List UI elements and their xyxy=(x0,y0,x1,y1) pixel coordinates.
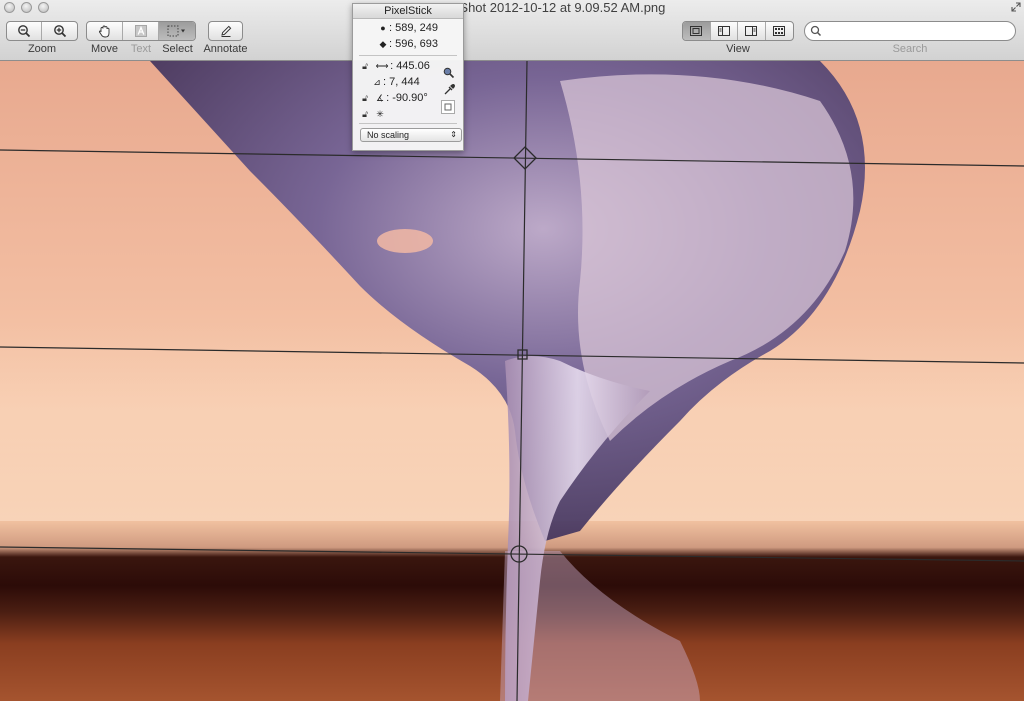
view-single-button[interactable] xyxy=(683,22,711,40)
move-label: Move xyxy=(91,43,118,55)
text-tool-button[interactable] xyxy=(123,22,159,40)
angle-icon: ∡ xyxy=(376,93,385,103)
point-1-value: 589, 249 xyxy=(395,22,438,34)
search-field[interactable] xyxy=(804,21,1016,41)
tool-mode-control xyxy=(86,21,196,41)
delta-icon: ⊿ xyxy=(373,77,381,87)
angle-row: 🔓︎ ∡: -90.90° xyxy=(359,91,428,105)
lock-icon[interactable]: 🔓︎ xyxy=(359,107,371,121)
zoom-label: Zoom xyxy=(27,43,57,55)
diamond-point-icon: ◆ xyxy=(379,39,387,49)
distance-row: 🔓︎ ⟷: 445.06 xyxy=(359,59,430,73)
pixelstick-panel[interactable]: PixelStick ●: 589, 249 ◆: 596, 693 🔓︎ ⟷:… xyxy=(352,3,464,151)
lock-icon[interactable]: 🔓︎ xyxy=(359,91,371,105)
color-swatch-button[interactable] xyxy=(441,100,455,114)
hand-icon xyxy=(99,25,110,37)
view-control xyxy=(682,21,794,41)
two-page-icon xyxy=(745,26,758,36)
annotate-button[interactable] xyxy=(209,22,242,40)
text-icon xyxy=(134,25,147,37)
scaling-select[interactable]: No scaling ⇕ xyxy=(360,128,462,142)
view-contact-sheet-button[interactable] xyxy=(766,22,793,40)
text-label: Text xyxy=(130,43,152,55)
panel-divider xyxy=(359,55,457,56)
crosshair-icon[interactable]: ✳ xyxy=(374,107,386,121)
angle-value: -90.90° xyxy=(392,92,428,104)
swatch-icon xyxy=(444,103,452,111)
toolbar: Screen Shot 2012-10-12 at 9.09.52 AM.png… xyxy=(0,0,1024,61)
close-window-button[interactable] xyxy=(4,2,15,13)
scaling-value: No scaling xyxy=(367,130,410,140)
circle-point-icon: ● xyxy=(380,23,386,33)
eyedropper-tool-button[interactable] xyxy=(442,83,456,97)
point-2-row: ◆: 596, 693 xyxy=(377,37,438,51)
point-2-value: 596, 693 xyxy=(395,38,438,50)
view-sidebar-button[interactable] xyxy=(711,22,738,40)
selection-icon xyxy=(167,25,185,37)
zoom-out-button[interactable] xyxy=(7,22,43,40)
annotate-control xyxy=(208,21,243,41)
search-icon xyxy=(810,25,822,37)
contact-sheet-icon xyxy=(773,26,786,36)
minimize-window-button[interactable] xyxy=(21,2,32,13)
select-label: Select xyxy=(162,43,193,55)
point-1-row: ●: 589, 249 xyxy=(377,21,438,35)
snap-row: 🔓︎ ✳ xyxy=(359,107,386,121)
distance-value: 445.06 xyxy=(396,60,430,72)
photo-image xyxy=(0,61,1024,701)
distance-icon: ⟷ xyxy=(375,61,389,71)
select-tool-button[interactable] xyxy=(158,22,195,40)
select-arrows-icon: ⇕ xyxy=(450,130,457,139)
zoom-control xyxy=(6,21,78,41)
delta-value: 7, 444 xyxy=(389,76,420,88)
fullscreen-icon[interactable] xyxy=(1011,2,1021,12)
lock-icon[interactable]: 🔓︎ xyxy=(359,59,371,73)
annotate-label: Annotate xyxy=(203,43,248,55)
eyedropper-icon xyxy=(444,84,455,95)
magnifier-tool-button[interactable] xyxy=(442,66,456,80)
zoom-window-button[interactable] xyxy=(38,2,49,13)
zoom-in-button[interactable] xyxy=(42,22,77,40)
zoom-out-icon xyxy=(18,25,31,38)
zoom-in-icon xyxy=(53,25,66,38)
sidebar-icon xyxy=(717,26,730,36)
move-tool-button[interactable] xyxy=(87,22,124,40)
view-label: View xyxy=(726,43,750,55)
delta-row: ⊿: 7, 444 xyxy=(371,75,420,89)
single-page-icon xyxy=(690,26,703,36)
search-label: Search xyxy=(892,43,928,55)
magnifier-icon xyxy=(443,67,455,79)
pixelstick-title: PixelStick xyxy=(353,4,463,19)
view-two-page-button[interactable] xyxy=(738,22,766,40)
pencil-icon xyxy=(220,25,231,37)
image-canvas[interactable] xyxy=(0,61,1024,701)
panel-divider xyxy=(359,123,457,124)
search-input[interactable] xyxy=(825,23,1013,41)
